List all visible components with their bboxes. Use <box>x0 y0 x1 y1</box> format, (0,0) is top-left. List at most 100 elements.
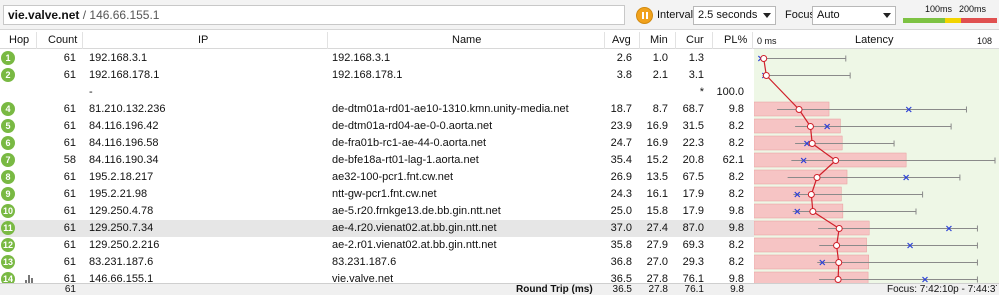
chevron-down-icon <box>883 13 891 18</box>
footer-pl: 9.8 <box>730 284 744 295</box>
name-cell: 192.168.3.1 <box>332 52 391 64</box>
toolbar: vie.valve.net / 146.66.155.1 Interval 2.… <box>0 0 999 30</box>
ip-cell: 84.116.196.42 <box>89 120 159 132</box>
avg-cell: 24.7 <box>610 137 632 149</box>
count-cell: 61 <box>63 256 76 268</box>
packet-loss-cell: 62.1 <box>722 154 744 166</box>
min-cell: 15.2 <box>646 154 668 166</box>
average-latency-point <box>795 106 803 113</box>
name-cell: ae32-100-pcr1.fnt.cw.net <box>332 171 454 183</box>
col-cur[interactable]: Cur <box>686 34 704 46</box>
packet-loss-cell: 9.8 <box>728 103 744 115</box>
latency-max-label: 108 <box>977 36 993 46</box>
col-ip[interactable]: IP <box>198 34 208 46</box>
ip-cell: 129.250.7.34 <box>89 222 154 234</box>
count-cell: 61 <box>63 239 76 251</box>
min-cell: 2.1 <box>652 69 668 81</box>
scale-100-label: 100ms <box>925 4 953 14</box>
interval-select[interactable]: 2.5 seconds <box>693 6 776 25</box>
hop-number-badge: 8 <box>1 170 15 184</box>
ip-cell: 84.116.190.34 <box>89 154 159 166</box>
col-min[interactable]: Min <box>650 34 668 46</box>
average-latency-point <box>760 55 768 62</box>
footer-summary: 61 Round Trip (ms) 36.5 27.8 76.1 9.8 Fo… <box>0 283 999 295</box>
count-cell: 61 <box>63 103 76 115</box>
hop-number-badge: 12 <box>1 238 15 252</box>
average-latency-point <box>808 140 816 147</box>
footer-focus-range: Focus: 7:42:10p - 7:44:37p <box>887 284 997 295</box>
min-cell: 15.8 <box>646 205 668 217</box>
name-cell: ae-4.r20.vienat02.at.bb.gin.ntt.net <box>332 222 497 234</box>
hop-number-badge: 11 <box>1 221 15 235</box>
min-cell: 16.1 <box>646 188 668 200</box>
name-cell: de-fra01b-rc1-ae-44-0.aorta.net <box>332 137 487 149</box>
avg-cell: 37.0 <box>610 222 632 234</box>
packet-loss-cell: 8.2 <box>728 239 744 251</box>
average-latency-point <box>832 157 840 164</box>
focus-value: Auto <box>817 9 840 21</box>
name-cell: de-dtm01a-rd01-ae10-1310.kmn.unity-media… <box>332 103 569 115</box>
name-cell: ae-2.r01.vienat02.at.bb.gin.ntt.net <box>332 239 497 251</box>
avg-cell: 18.7 <box>610 103 632 115</box>
latency-min-label: 0 ms <box>757 36 777 46</box>
min-cell: 27.0 <box>646 256 668 268</box>
average-latency-point <box>809 208 817 215</box>
latency-color-scale: 100ms 200ms <box>903 4 997 26</box>
col-count[interactable]: Count <box>48 34 77 46</box>
packet-loss-cell: 8.2 <box>728 137 744 149</box>
average-latency-point <box>807 191 815 198</box>
cur-cell: 20.8 <box>682 154 704 166</box>
cur-cell: 67.5 <box>682 171 704 183</box>
min-cell: 27.4 <box>646 222 668 234</box>
packet-loss-cell: 8.2 <box>728 120 744 132</box>
scale-red-band <box>961 18 997 23</box>
ip-cell: - <box>89 86 93 98</box>
min-cell: 16.9 <box>646 137 668 149</box>
avg-cell: 25.0 <box>610 205 632 217</box>
target-ip: 146.66.155.1 <box>89 8 160 22</box>
ip-cell: 81.210.132.236 <box>89 103 166 115</box>
ip-cell: 192.168.3.1 <box>89 52 148 64</box>
min-cell: 27.9 <box>646 239 668 251</box>
ip-cell: 83.231.187.6 <box>89 256 154 268</box>
packet-loss-cell: 100.0 <box>716 86 744 98</box>
cur-cell: 17.9 <box>682 205 704 217</box>
count-cell: 61 <box>63 222 76 234</box>
min-cell: 8.7 <box>652 103 668 115</box>
average-latency-point <box>806 123 814 130</box>
target-host: vie.valve.net <box>8 8 80 22</box>
packet-loss-cell: 8.2 <box>728 256 744 268</box>
packet-loss-cell: 9.8 <box>728 222 744 234</box>
target-field[interactable]: vie.valve.net / 146.66.155.1 <box>3 5 625 25</box>
col-pl[interactable]: PL% <box>724 34 747 46</box>
avg-cell: 26.9 <box>610 171 632 183</box>
avg-cell: 35.4 <box>610 154 632 166</box>
average-latency-point <box>762 72 770 79</box>
hop-number-badge: 10 <box>1 204 15 218</box>
hop-number-badge: 6 <box>1 136 15 150</box>
interval-value: 2.5 seconds <box>698 9 758 21</box>
cur-cell: 1.3 <box>688 52 704 64</box>
avg-cell: 35.8 <box>610 239 632 251</box>
latency-chart <box>754 49 999 283</box>
footer-label: Round Trip (ms) <box>516 284 593 295</box>
col-latency[interactable]: Latency <box>855 34 894 46</box>
col-hop[interactable]: Hop <box>9 34 29 46</box>
col-avg[interactable]: Avg <box>612 34 631 46</box>
footer-cur: 76.1 <box>684 284 704 295</box>
pause-button[interactable] <box>636 7 653 24</box>
table-header: Hop Count IP Name Avg Min Cur PL% 0 ms L… <box>0 32 999 49</box>
avg-cell: 2.6 <box>616 52 632 64</box>
hop-number-badge: 5 <box>1 119 15 133</box>
focus-select[interactable]: Auto <box>812 6 896 25</box>
name-cell: 192.168.178.1 <box>332 69 403 81</box>
average-latency-point <box>834 276 842 283</box>
hop-number-badge: 7 <box>1 153 15 167</box>
name-cell: ntt-gw-pcr1.fnt.cw.net <box>332 188 437 200</box>
col-name[interactable]: Name <box>452 34 481 46</box>
ip-cell: 195.2.18.217 <box>89 171 154 183</box>
hop-number-badge: 2 <box>1 68 15 82</box>
name-cell: 83.231.187.6 <box>332 256 397 268</box>
count-cell: 58 <box>63 154 76 166</box>
hop-number-badge: 9 <box>1 187 15 201</box>
